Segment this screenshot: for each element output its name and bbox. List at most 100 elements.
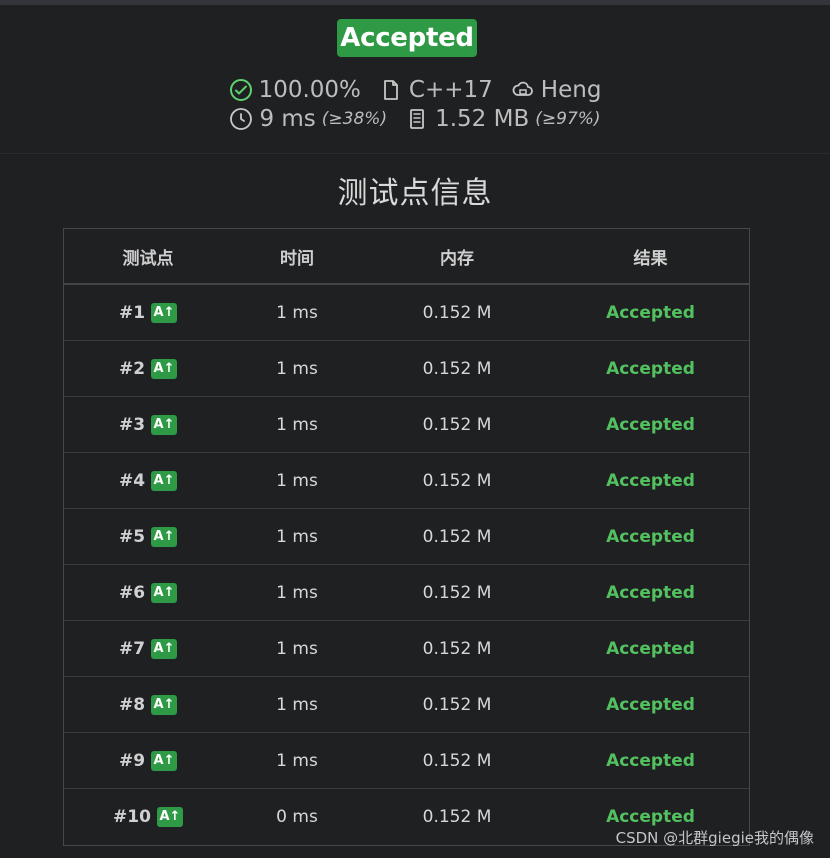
table-row[interactable]: #4 A↑ 1 ms 0.152 M Accepted: [64, 453, 749, 509]
submission-summary: Accepted 100.00% C++17 Heng 9 ms (≥38%) …: [0, 5, 830, 154]
memory-cell: 0.152 M: [422, 750, 492, 771]
accepted-badge: A↑: [151, 750, 178, 771]
testcase-cell: #5 A↑: [64, 526, 232, 547]
time-cell: 1 ms: [276, 750, 318, 771]
table-row[interactable]: #1 A↑ 1 ms 0.152 M Accepted: [64, 285, 749, 341]
header-memory: 内存: [440, 248, 474, 269]
testcase-cell: #6 A↑: [64, 582, 232, 603]
testcase-cell: #1 A↑: [64, 302, 232, 323]
memory-cell: 0.152 M: [422, 526, 492, 547]
table-row[interactable]: #7 A↑ 1 ms 0.152 M Accepted: [64, 621, 749, 677]
header-testcase: 测试点: [122, 248, 174, 269]
testcase-cell: #4 A↑: [64, 470, 232, 491]
testcase-id: #10: [113, 807, 151, 827]
accepted-badge: A↑: [156, 807, 183, 827]
memory-cell: 0.152 M: [422, 470, 492, 491]
memory-cell: 0.152 M: [422, 582, 492, 603]
testcase-id-wrap: #6 A↑: [118, 582, 178, 603]
table-row[interactable]: #9 A↑ 1 ms 0.152 M Accepted: [64, 733, 749, 789]
result-cell: Accepted: [606, 750, 695, 771]
testcase-id-wrap: #10 A↑: [113, 807, 183, 827]
memory-icon: [405, 107, 429, 131]
header-result: 结果: [633, 248, 668, 269]
testcase-id: #7: [118, 638, 146, 659]
accepted-badge: A↑: [151, 638, 178, 659]
table-row[interactable]: #5 A↑ 1 ms 0.152 M Accepted: [64, 509, 749, 565]
testcase-table: 测试点 时间 内存 结果 #1 A↑ 1 ms 0.152 M Accepted…: [63, 228, 750, 846]
accepted-badge: A↑: [151, 470, 178, 491]
time-cell: 1 ms: [276, 302, 318, 323]
header-time: 时间: [280, 248, 314, 269]
result-cell: Accepted: [606, 414, 695, 435]
testcase-id-wrap: #2 A↑: [118, 358, 178, 379]
testcase-cell: #2 A↑: [64, 358, 232, 379]
score-item: 100.00%: [229, 77, 361, 103]
testcase-cell: #9 A↑: [64, 750, 232, 771]
testcase-id: #9: [118, 750, 146, 771]
testcase-id-wrap: #9 A↑: [118, 750, 178, 771]
accepted-badge: A↑: [151, 582, 178, 603]
status-badge: Accepted: [337, 19, 477, 57]
table-row[interactable]: #8 A↑ 1 ms 0.152 M Accepted: [64, 677, 749, 733]
testcase-id-wrap: #8 A↑: [118, 694, 178, 715]
score-value: 100.00%: [258, 77, 361, 103]
memory-item: 1.52 MB (≥97%): [405, 106, 601, 132]
judge-item: Heng: [511, 77, 602, 103]
testcase-id-wrap: #1 A↑: [118, 302, 178, 323]
time-cell: 1 ms: [276, 358, 318, 379]
table-header-row: 测试点 时间 内存 结果: [64, 229, 749, 285]
time-cell: 1 ms: [276, 470, 318, 491]
result-cell: Accepted: [606, 638, 695, 659]
table-row[interactable]: #3 A↑ 1 ms 0.152 M Accepted: [64, 397, 749, 453]
time-item: 9 ms (≥38%): [229, 106, 387, 132]
language-item: C++17: [379, 77, 493, 103]
testcase-cell: #10 A↑: [64, 807, 232, 827]
testcase-id: #1: [118, 302, 146, 323]
summary-row-bottom: 9 ms (≥38%) 1.52 MB (≥97%): [0, 106, 830, 132]
testcase-id: #2: [118, 358, 146, 379]
accepted-badge: A↑: [151, 358, 178, 379]
memory-cell: 0.152 M: [422, 358, 492, 379]
testcase-id-wrap: #3 A↑: [118, 414, 178, 435]
summary-row-top: 100.00% C++17 Heng: [0, 77, 830, 103]
time-cell: 0 ms: [276, 807, 318, 827]
memory-cell: 0.152 M: [422, 302, 492, 323]
memory-value: 1.52 MB: [435, 106, 530, 132]
memory-cell: 0.152 M: [422, 694, 492, 715]
time-cell: 1 ms: [276, 526, 318, 547]
table-row[interactable]: #2 A↑ 1 ms 0.152 M Accepted: [64, 341, 749, 397]
memory-cell: 0.152 M: [422, 414, 492, 435]
memory-note: (≥97%): [535, 109, 601, 129]
time-value: 9 ms: [259, 106, 316, 132]
judge-value: Heng: [540, 77, 602, 103]
accepted-badge: A↑: [151, 302, 178, 323]
accepted-badge: A↑: [151, 526, 178, 547]
result-cell: Accepted: [606, 302, 695, 323]
clock-icon: [229, 107, 253, 131]
result-cell: Accepted: [606, 694, 695, 715]
accepted-badge: A↑: [151, 414, 178, 435]
memory-cell: 0.152 M: [422, 807, 492, 827]
testcase-section-title: 测试点信息: [337, 176, 493, 211]
table-row[interactable]: #6 A↑ 1 ms 0.152 M Accepted: [64, 565, 749, 621]
file-icon: [379, 78, 403, 102]
result-cell: Accepted: [606, 358, 695, 379]
memory-cell: 0.152 M: [422, 638, 492, 659]
csdn-watermark: CSDN @北群giegie我的偶像: [615, 829, 814, 847]
time-cell: 1 ms: [276, 414, 318, 435]
testcase-id-wrap: #7 A↑: [118, 638, 178, 659]
testcase-cell: #3 A↑: [64, 414, 232, 435]
time-note: (≥38%): [321, 109, 388, 129]
language-value: C++17: [408, 77, 493, 103]
result-cell: Accepted: [606, 526, 695, 547]
testcase-id: #5: [118, 526, 146, 547]
testcase-id: #4: [118, 470, 146, 491]
testcase-id: #3: [118, 414, 146, 435]
testcase-id: #8: [118, 694, 146, 715]
check-circle-icon: [229, 78, 253, 102]
accepted-badge: A↑: [151, 694, 178, 715]
testcase-id: #6: [118, 582, 146, 603]
testcase-id-wrap: #5 A↑: [118, 526, 178, 547]
result-cell: Accepted: [606, 807, 695, 827]
testcase-id-wrap: #4 A↑: [118, 470, 178, 491]
